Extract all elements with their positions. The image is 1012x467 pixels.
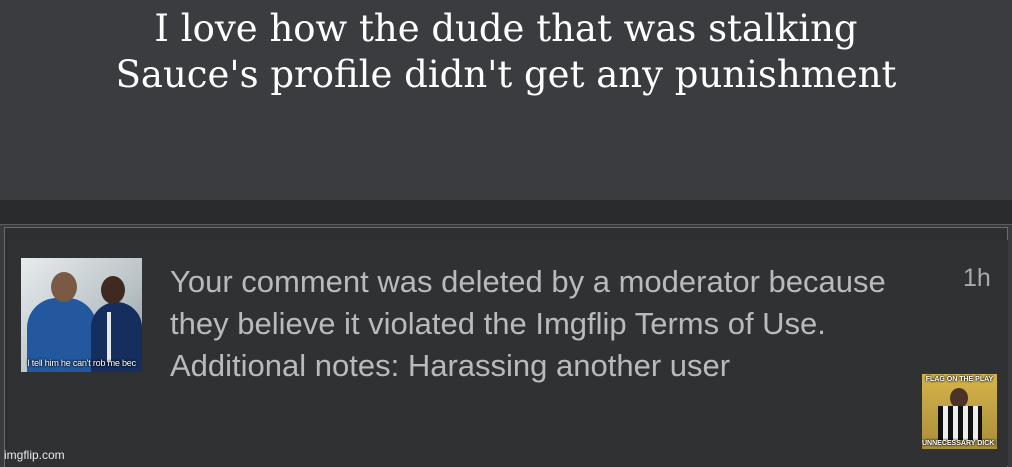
notification-time: 1h (963, 264, 991, 292)
screenshot-top-bar (0, 200, 1012, 225)
referee-bottom-text: UNNECESSARY DICK RIDING (922, 440, 997, 447)
notification-message: Your comment was deleted by a moderator … (170, 264, 886, 383)
meme-caption-area: I love how the dude that was stalking Sa… (0, 0, 1012, 200)
thumbnail-caption: I tell him he can't rob me bec (27, 358, 136, 368)
referee-shirt (938, 406, 982, 440)
meme-thumbnail[interactable]: I tell him he can't rob me bec (21, 258, 142, 372)
referee-top-text: FLAG ON THE PLAY (925, 376, 994, 383)
referee-thumbnail[interactable]: FLAG ON THE PLAY UNNECESSARY DICK RIDING (922, 374, 997, 449)
imgflip-watermark: imgflip.com (4, 448, 65, 462)
meme-caption: I love how the dude that was stalking Sa… (115, 7, 897, 96)
